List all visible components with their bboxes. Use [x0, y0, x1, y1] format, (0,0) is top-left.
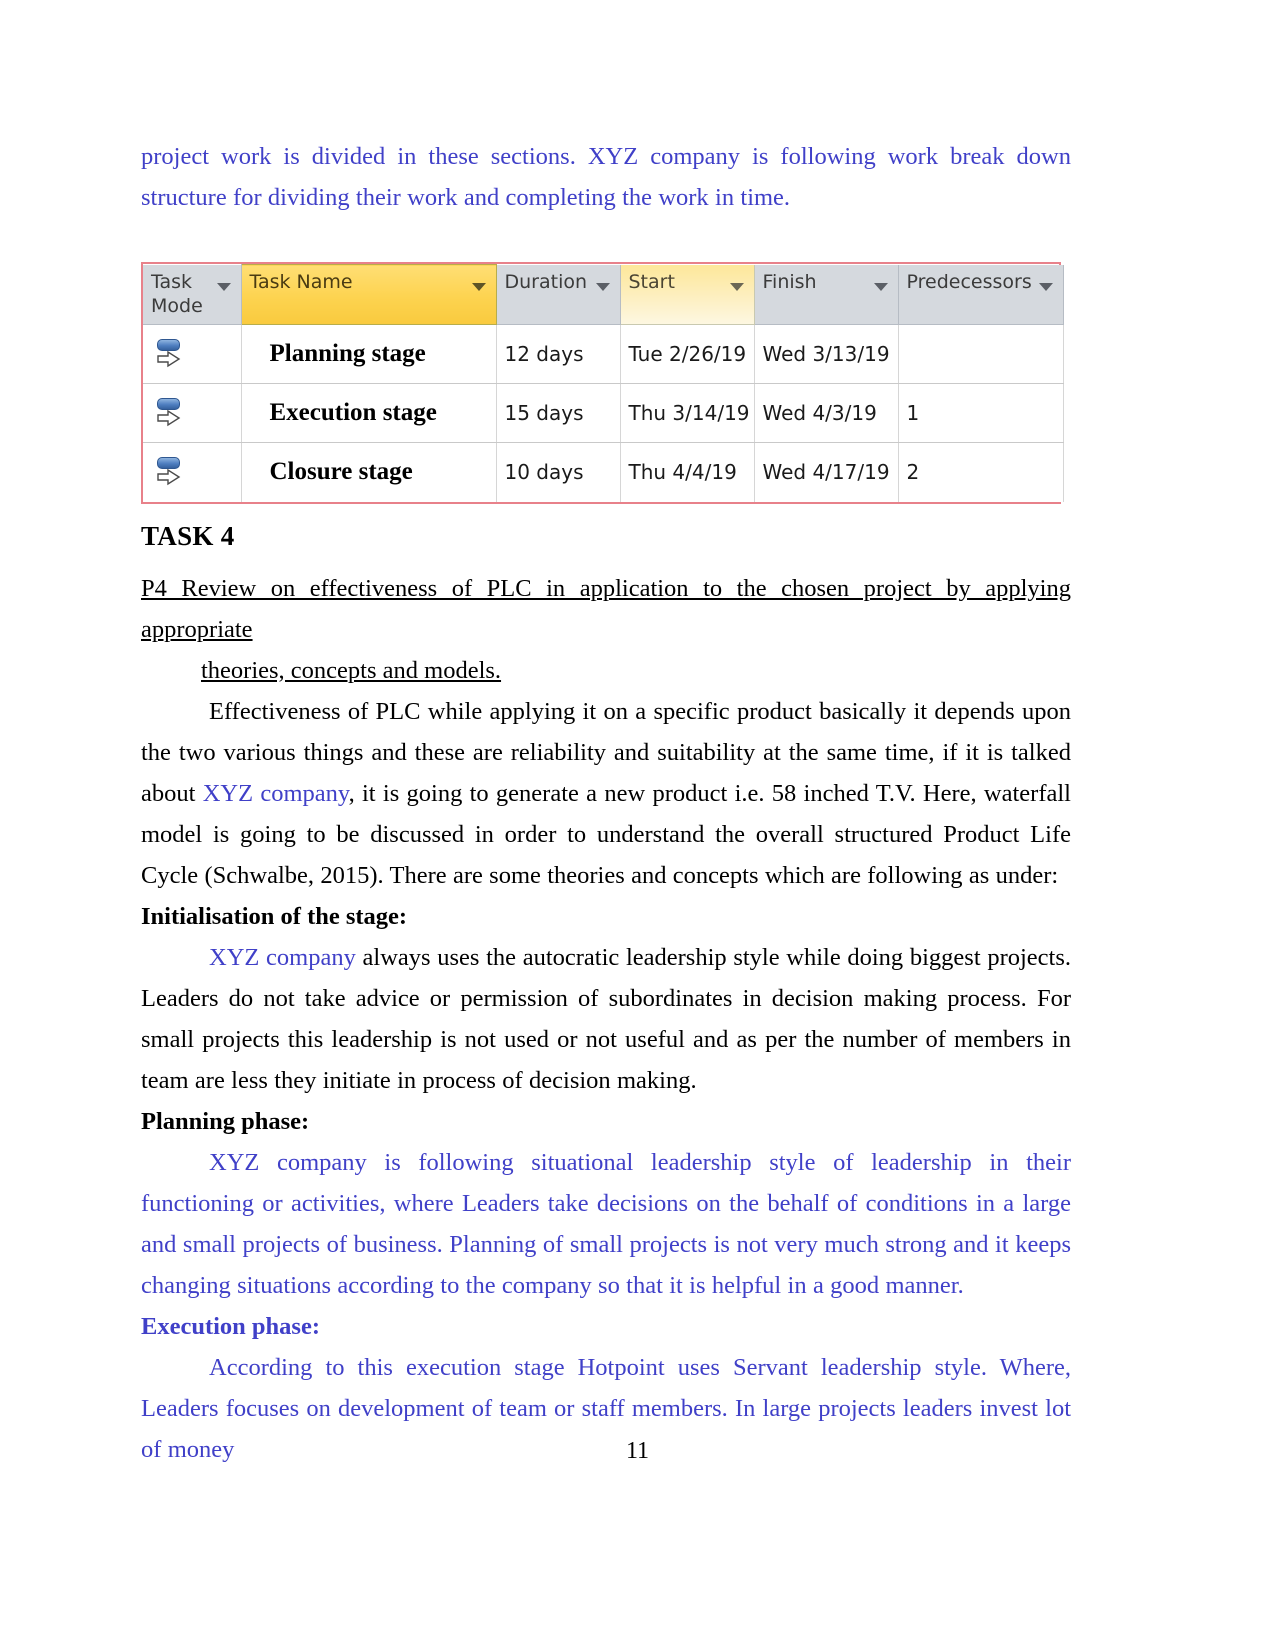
filter-arrow-icon[interactable] — [595, 282, 610, 291]
cell-duration[interactable]: 12 days — [496, 324, 621, 384]
filter-arrow-icon[interactable] — [873, 282, 888, 291]
cell-duration[interactable]: 10 days — [496, 442, 621, 502]
p4-subheading: P4 Review on effectiveness of PLC in app… — [141, 568, 1071, 691]
column-header-label: Start — [628, 270, 675, 293]
p4-subheading-line1: P4 Review on effectiveness of PLC in app… — [141, 574, 1071, 643]
cell-task-mode[interactable] — [143, 383, 242, 443]
cell-predecessors[interactable] — [898, 324, 1064, 384]
column-header-label: Finish — [762, 270, 817, 293]
intro-paragraph: project work is divided in these section… — [141, 143, 1071, 211]
column-header-task-name[interactable]: Task Name — [240, 264, 497, 325]
effectiveness-paragraph: Effectiveness of PLC while applying it o… — [141, 691, 1071, 896]
table-row[interactable]: Planning stage 12 days Tue 2/26/19 Wed 3… — [143, 324, 1064, 384]
cell-task-name[interactable]: Execution stage — [241, 383, 497, 443]
column-header-duration[interactable]: Duration — [496, 264, 621, 325]
page-title: TASK 4 — [141, 520, 235, 551]
filter-arrow-icon[interactable] — [216, 282, 231, 291]
cell-task-name[interactable]: Closure stage — [241, 442, 497, 502]
cell-finish[interactable]: Wed 4/3/19 — [754, 383, 899, 443]
cell-start[interactable]: Tue 2/26/19 — [620, 324, 755, 384]
initialisation-paragraph: XYZ company always uses the autocratic l… — [141, 937, 1071, 1101]
planning-phase-heading: Planning phase: — [141, 1107, 310, 1135]
column-header-task-mode[interactable]: Task Mode — [143, 264, 242, 325]
column-header-predecessors[interactable]: Predecessors — [898, 264, 1064, 325]
cell-task-name[interactable]: Planning stage — [241, 324, 497, 384]
column-header-start[interactable]: Start — [620, 264, 755, 325]
auto-scheduled-icon — [155, 456, 185, 488]
page-content: project work is divided in these section… — [141, 136, 1071, 1470]
document-page: project work is divided in these section… — [0, 0, 1275, 1651]
filter-arrow-icon[interactable] — [471, 283, 486, 291]
cell-task-mode[interactable] — [143, 324, 242, 384]
auto-scheduled-icon — [155, 397, 185, 429]
cell-task-mode[interactable] — [143, 442, 242, 502]
column-header-finish[interactable]: Finish — [754, 264, 899, 325]
initialisation-heading: Initialisation of the stage: — [141, 902, 408, 930]
cell-predecessors[interactable]: 1 — [898, 383, 1064, 443]
filter-arrow-icon[interactable] — [729, 282, 744, 291]
auto-scheduled-icon — [155, 338, 185, 370]
execution-phase-heading: Execution phase: — [141, 1312, 321, 1340]
table-row[interactable]: Execution stage 15 days Thu 3/14/19 Wed … — [143, 383, 1064, 443]
column-header-label: Task Name — [249, 271, 353, 293]
filter-arrow-icon[interactable] — [1038, 282, 1053, 291]
xyz-company-highlight: XYZ company — [209, 943, 356, 971]
column-header-label: Predecessors — [906, 270, 1032, 293]
page-number: 11 — [625, 1438, 650, 1464]
planning-phase-body: XYZ company is following situational lea… — [141, 1148, 1071, 1299]
cell-finish[interactable]: Wed 3/13/19 — [754, 324, 899, 384]
cell-duration[interactable]: 15 days — [496, 383, 621, 443]
table-row[interactable]: Closure stage 10 days Thu 4/4/19 Wed 4/1… — [143, 442, 1064, 502]
project-schedule-table: Task Mode Task Name Duration Start Finis… — [141, 262, 1064, 504]
cell-finish[interactable]: Wed 4/17/19 — [754, 442, 899, 502]
xyz-company-highlight: XYZ company — [202, 779, 349, 807]
cell-start[interactable]: Thu 4/4/19 — [620, 442, 755, 502]
cell-start[interactable]: Thu 3/14/19 — [620, 383, 755, 443]
cell-predecessors[interactable]: 2 — [898, 442, 1064, 502]
column-header-label: Task Mode — [151, 270, 203, 317]
p4-subheading-line2: theories, concepts and models. — [201, 656, 502, 684]
planning-phase-paragraph: XYZ company is following situational lea… — [141, 1142, 1071, 1306]
column-header-label: Duration — [504, 270, 588, 293]
table-header-row: Task Mode Task Name Duration Start Finis… — [143, 264, 1064, 325]
